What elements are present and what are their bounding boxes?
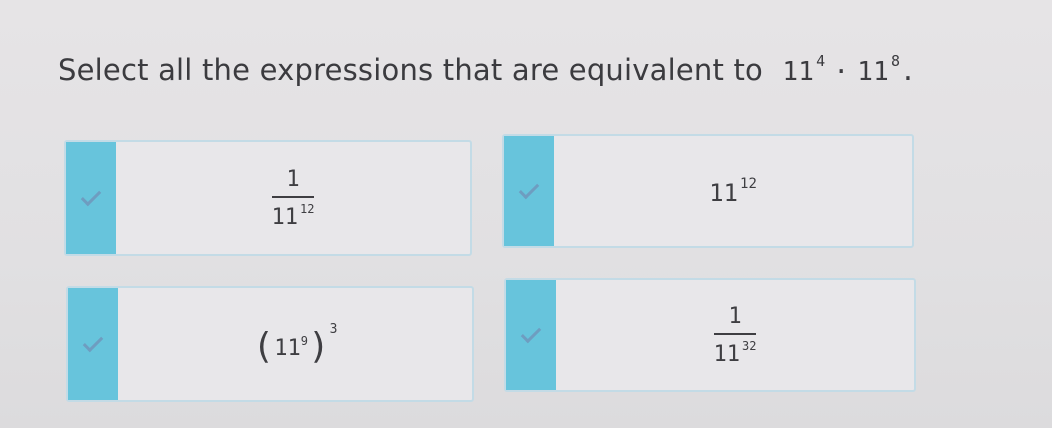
answer-option-2[interactable]: 11 12 xyxy=(502,134,914,248)
checkmark-icon xyxy=(80,185,102,207)
option-2-check-panel[interactable] xyxy=(504,136,554,246)
answer-option-4[interactable]: 1 11 32 xyxy=(504,278,916,392)
option-3-power-of-power: (119)3 xyxy=(253,322,338,367)
question-prompt: Select all the expressions that are equi… xyxy=(58,53,763,87)
option-4-fraction: 1 11 32 xyxy=(713,303,757,367)
option-1-check-panel[interactable] xyxy=(66,142,116,254)
option-3-outer-exponent: 3 xyxy=(329,321,338,337)
option-2-exponent: 12 xyxy=(740,175,757,192)
question-base-b: 11 xyxy=(857,57,889,87)
option-3-expression: (119)3 xyxy=(118,288,472,400)
option-2-base: 11 xyxy=(709,178,739,207)
question-base-a: 11 xyxy=(782,57,815,87)
option-1-base: 11 xyxy=(271,204,299,230)
checkmark-icon xyxy=(520,322,542,344)
option-4-exponent: 32 xyxy=(742,338,757,353)
option-4-expression: 1 11 32 xyxy=(556,280,914,390)
option-4-denominator: 11 32 xyxy=(714,335,757,367)
option-4-numerator: 1 xyxy=(728,303,742,329)
option-1-expression: 1 11 12 xyxy=(116,142,470,254)
option-4-base: 11 xyxy=(713,341,741,367)
option-1-fraction: 1 11 12 xyxy=(271,166,315,230)
checkmark-icon xyxy=(82,331,104,353)
option-1-exponent: 12 xyxy=(300,201,315,216)
option-2-power: 11 12 xyxy=(709,176,757,207)
option-1-numerator: 1 xyxy=(286,166,300,192)
question-exponent-a: 4 xyxy=(816,52,826,70)
answer-option-3[interactable]: (119)3 xyxy=(66,286,474,402)
option-3-open-paren: ( xyxy=(252,325,275,367)
option-3-inner-exponent: 9 xyxy=(300,333,308,348)
question-text: Select all the expressions that are equi… xyxy=(58,52,916,87)
question-period: . xyxy=(900,57,917,87)
checkmark-icon xyxy=(518,178,540,200)
question-expression: 11 4 · 11 8. xyxy=(782,52,917,87)
option-4-check-panel[interactable] xyxy=(506,280,556,390)
answer-option-1[interactable]: 1 11 12 xyxy=(64,140,472,256)
option-1-denominator: 11 12 xyxy=(272,198,315,230)
option-3-base: 11 xyxy=(274,335,301,361)
multiply-operator: · xyxy=(833,57,850,87)
option-3-check-panel[interactable] xyxy=(68,288,118,400)
question-exponent-b: 8 xyxy=(890,52,901,70)
option-2-expression: 11 12 xyxy=(554,136,912,246)
option-3-close-paren: ) xyxy=(307,325,330,367)
